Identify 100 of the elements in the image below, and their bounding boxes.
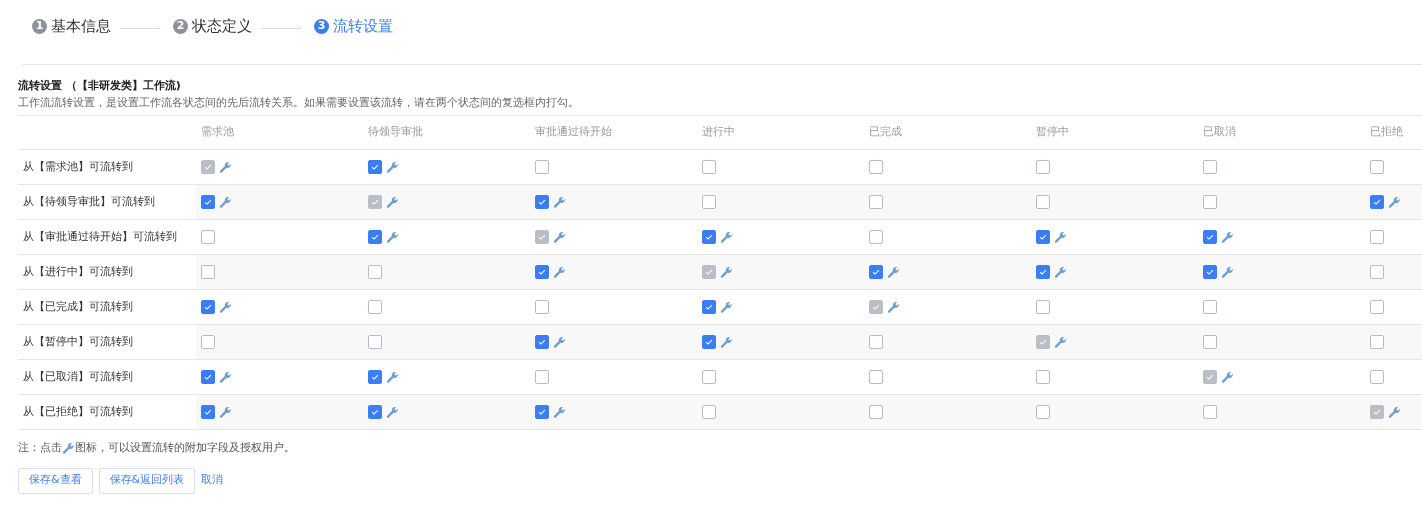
check-icon xyxy=(537,337,547,347)
wrench-icon[interactable] xyxy=(720,265,733,279)
checkbox[interactable] xyxy=(1036,160,1050,174)
wrench-icon[interactable] xyxy=(887,265,900,279)
checkbox[interactable] xyxy=(1203,300,1217,314)
wrench-icon[interactable] xyxy=(887,300,900,314)
checkbox[interactable] xyxy=(1036,265,1050,279)
wrench-icon[interactable] xyxy=(1388,405,1401,419)
wrench-icon[interactable] xyxy=(1054,265,1067,279)
checkbox[interactable] xyxy=(702,195,716,209)
wrench-icon[interactable] xyxy=(720,300,733,314)
wrench-icon[interactable] xyxy=(386,230,399,244)
checkbox[interactable] xyxy=(702,370,716,384)
checkbox[interactable] xyxy=(1370,370,1384,384)
checkbox[interactable] xyxy=(535,335,549,349)
checkbox[interactable] xyxy=(535,195,549,209)
action-button[interactable]: 保存&查看 xyxy=(18,467,93,494)
wrench-icon[interactable] xyxy=(219,370,232,384)
checkbox[interactable] xyxy=(201,300,215,314)
checkbox[interactable] xyxy=(368,230,382,244)
checkbox[interactable] xyxy=(201,230,215,244)
wrench-icon[interactable] xyxy=(219,300,232,314)
wrench-icon[interactable] xyxy=(219,405,232,419)
wrench-icon[interactable] xyxy=(1221,265,1234,279)
checkbox[interactable] xyxy=(201,405,215,419)
checkbox[interactable] xyxy=(535,160,549,174)
checkbox[interactable] xyxy=(535,405,549,419)
checkbox[interactable] xyxy=(1036,370,1050,384)
checkbox[interactable] xyxy=(368,370,382,384)
check-icon xyxy=(704,337,714,347)
step-label[interactable]: 状态定义 xyxy=(192,14,252,38)
checkbox[interactable] xyxy=(1203,405,1217,419)
column-header: 已拒绝 xyxy=(1370,125,1403,139)
checkbox[interactable] xyxy=(1370,335,1384,349)
wrench-icon[interactable] xyxy=(553,265,566,279)
checkbox[interactable] xyxy=(368,300,382,314)
wrench-icon[interactable] xyxy=(62,441,75,455)
checkbox[interactable] xyxy=(1036,300,1050,314)
checkbox[interactable] xyxy=(869,335,883,349)
checkbox[interactable] xyxy=(1370,160,1384,174)
wrench-icon[interactable] xyxy=(1388,195,1401,209)
checkbox[interactable] xyxy=(702,230,716,244)
checkbox[interactable] xyxy=(535,300,549,314)
checkbox[interactable] xyxy=(1203,230,1217,244)
check-icon xyxy=(370,162,380,172)
checkbox[interactable] xyxy=(1203,160,1217,174)
checkbox[interactable] xyxy=(368,335,382,349)
row-label: 从【需求池】可流转到 xyxy=(23,159,133,173)
checkbox[interactable] xyxy=(1036,230,1050,244)
wrench-icon[interactable] xyxy=(1054,335,1067,349)
wrench-icon[interactable] xyxy=(1221,230,1234,244)
action-button[interactable]: 保存&返回列表 xyxy=(98,467,196,494)
checkbox[interactable] xyxy=(1036,195,1050,209)
checkbox[interactable] xyxy=(1203,265,1217,279)
column-header: 进行中 xyxy=(702,125,735,139)
checkbox[interactable] xyxy=(1203,335,1217,349)
checkbox[interactable] xyxy=(702,335,716,349)
wrench-icon[interactable] xyxy=(386,405,399,419)
checkbox[interactable] xyxy=(1203,195,1217,209)
wrench-icon[interactable] xyxy=(386,370,399,384)
checkbox[interactable] xyxy=(702,405,716,419)
checkbox[interactable] xyxy=(869,195,883,209)
wrench-icon[interactable] xyxy=(553,405,566,419)
wrench-icon[interactable] xyxy=(1054,230,1067,244)
wrench-icon[interactable] xyxy=(219,195,232,209)
wrench-icon[interactable] xyxy=(553,230,566,244)
checkbox[interactable] xyxy=(869,405,883,419)
checkbox[interactable] xyxy=(869,370,883,384)
column-header: 待领导审批 xyxy=(368,125,423,139)
checkbox[interactable] xyxy=(869,265,883,279)
wrench-icon[interactable] xyxy=(720,230,733,244)
wrench-icon[interactable] xyxy=(720,335,733,349)
wrench-icon[interactable] xyxy=(386,160,399,174)
wrench-icon[interactable] xyxy=(1221,370,1234,384)
wrench-icon[interactable] xyxy=(553,335,566,349)
checkbox[interactable] xyxy=(1370,265,1384,279)
checkbox[interactable] xyxy=(869,160,883,174)
checkbox[interactable] xyxy=(201,370,215,384)
step-label[interactable]: 基本信息 xyxy=(51,14,111,38)
checkbox[interactable] xyxy=(1370,230,1384,244)
checkbox[interactable] xyxy=(1370,300,1384,314)
step-label[interactable]: 流转设置 xyxy=(333,14,393,38)
checkbox[interactable] xyxy=(368,405,382,419)
checkbox[interactable] xyxy=(201,265,215,279)
section-description: 工作流流转设置，是设置工作流各状态间的先后流转关系。如果需要设置该流转，请在两个状态间的复选框内打勾。 xyxy=(18,95,580,111)
checkbox[interactable] xyxy=(535,265,549,279)
checkbox[interactable] xyxy=(368,265,382,279)
wrench-icon[interactable] xyxy=(219,160,232,174)
wrench-icon[interactable] xyxy=(386,195,399,209)
checkbox[interactable] xyxy=(201,335,215,349)
checkbox[interactable] xyxy=(702,160,716,174)
checkbox[interactable] xyxy=(702,300,716,314)
checkbox[interactable] xyxy=(201,195,215,209)
wrench-icon[interactable] xyxy=(553,195,566,209)
checkbox[interactable] xyxy=(1036,405,1050,419)
checkbox[interactable] xyxy=(535,370,549,384)
cancel-link[interactable]: 取消 xyxy=(201,472,224,489)
checkbox[interactable] xyxy=(368,160,382,174)
checkbox[interactable] xyxy=(1370,195,1384,209)
checkbox[interactable] xyxy=(869,230,883,244)
